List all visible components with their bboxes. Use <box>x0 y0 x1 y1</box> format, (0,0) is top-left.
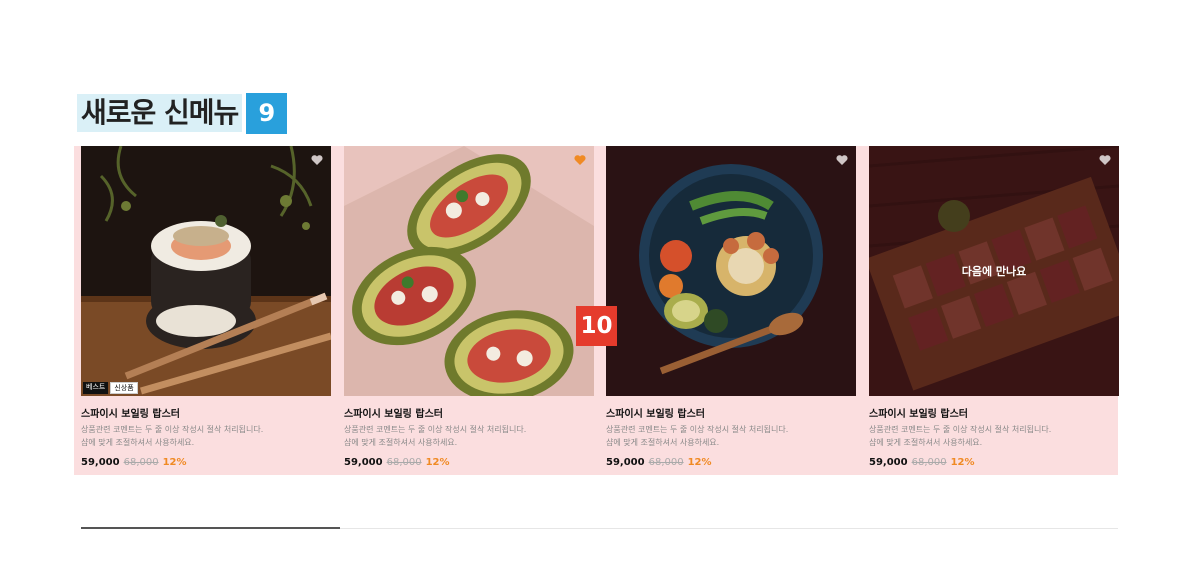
new-badge: 신상품 <box>110 382 138 394</box>
discount-rate: 12% <box>162 457 187 468</box>
product-name[interactable]: 스파이시 보일링 랍스터 <box>869 405 968 420</box>
description-line: 샵에 맞게 조절하셔서 사용하세요. <box>344 438 458 447</box>
product-name[interactable]: 스파이시 보일링 랍스터 <box>81 405 180 420</box>
product-description: 상품관련 코멘트는 두 줄 이상 작성시 절삭 처리됩니다. 샵에 맞게 조절하… <box>81 423 331 449</box>
heart-icon[interactable] <box>574 154 586 166</box>
heart-icon[interactable] <box>836 154 848 166</box>
product-card[interactable]: 다음에 만나요 스파이시 보일링 랍스터 상품관련 코멘트는 두 줄 이상 작성… <box>869 146 1119 475</box>
discount-rate: 12% <box>950 457 975 468</box>
product-name[interactable]: 스파이시 보일링 랍스터 <box>606 405 705 420</box>
original-price: 68,000 <box>648 457 684 468</box>
product-description: 상품관련 코멘트는 두 줄 이상 작성시 절삭 처리됩니다. 샵에 맞게 조절하… <box>344 423 594 449</box>
original-price: 68,000 <box>123 457 159 468</box>
sale-price: 59,000 <box>606 457 645 468</box>
description-line: 샵에 맞게 조절하셔서 사용하세요. <box>869 438 983 447</box>
product-image[interactable] <box>344 146 594 396</box>
product-name[interactable]: 스파이시 보일링 랍스터 <box>344 405 443 420</box>
description-line: 샵에 맞게 조절하셔서 사용하세요. <box>81 438 195 447</box>
annotation-marker: 10 <box>576 306 617 346</box>
heart-icon[interactable] <box>1099 154 1111 166</box>
product-card[interactable]: 스파이시 보일링 랍스터 상품관련 코멘트는 두 줄 이상 작성시 절삭 처리됩… <box>344 146 594 475</box>
heart-icon[interactable] <box>311 154 323 166</box>
price-row: 59,000 68,000 12% <box>81 457 187 468</box>
sale-price: 59,000 <box>869 457 908 468</box>
product-image[interactable] <box>606 146 856 396</box>
product-card[interactable]: 스파이시 보일링 랍스터 상품관련 코멘트는 두 줄 이상 작성시 절삭 처리됩… <box>606 146 856 475</box>
section-count-badge: 9 <box>246 92 288 134</box>
sale-price: 59,000 <box>81 457 120 468</box>
discount-rate: 12% <box>687 457 712 468</box>
product-description: 상품관련 코멘트는 두 줄 이상 작성시 절삭 처리됩니다. 샵에 맞게 조절하… <box>606 423 856 449</box>
original-price: 68,000 <box>386 457 422 468</box>
sale-price: 59,000 <box>344 457 383 468</box>
carousel-progress-fill <box>81 527 341 529</box>
description-line: 상품관련 코멘트는 두 줄 이상 작성시 절삭 처리됩니다. <box>81 425 264 434</box>
carousel-progress-bar[interactable] <box>81 527 1118 529</box>
product-image[interactable]: 다음에 만나요 <box>869 146 1119 396</box>
discount-rate: 12% <box>425 457 450 468</box>
description-line: 샵에 맞게 조절하셔서 사용하세요. <box>606 438 720 447</box>
best-badge: 베스트 <box>83 382 109 394</box>
section-header: 새로운 신메뉴 9 <box>77 92 288 134</box>
product-card[interactable]: 베스트 신상품 스파이시 보일링 랍스터 상품관련 코멘트는 두 줄 이상 작성… <box>81 146 331 475</box>
price-row: 59,000 68,000 12% <box>344 457 450 468</box>
price-row: 59,000 68,000 12% <box>869 457 975 468</box>
description-line: 상품관련 코멘트는 두 줄 이상 작성시 절삭 처리됩니다. <box>869 425 1052 434</box>
badge-group: 베스트 신상품 <box>81 380 140 396</box>
description-line: 상품관련 코멘트는 두 줄 이상 작성시 절삭 처리됩니다. <box>606 425 789 434</box>
description-line: 상품관련 코멘트는 두 줄 이상 작성시 절삭 처리됩니다. <box>344 425 527 434</box>
hover-overlay-label: 다음에 만나요 <box>961 265 1027 278</box>
price-row: 59,000 68,000 12% <box>606 457 712 468</box>
product-image[interactable]: 베스트 신상품 <box>81 146 331 396</box>
product-description: 상품관련 코멘트는 두 줄 이상 작성시 절삭 처리됩니다. 샵에 맞게 조절하… <box>869 423 1119 449</box>
section-title: 새로운 신메뉴 <box>77 94 243 132</box>
original-price: 68,000 <box>911 457 947 468</box>
